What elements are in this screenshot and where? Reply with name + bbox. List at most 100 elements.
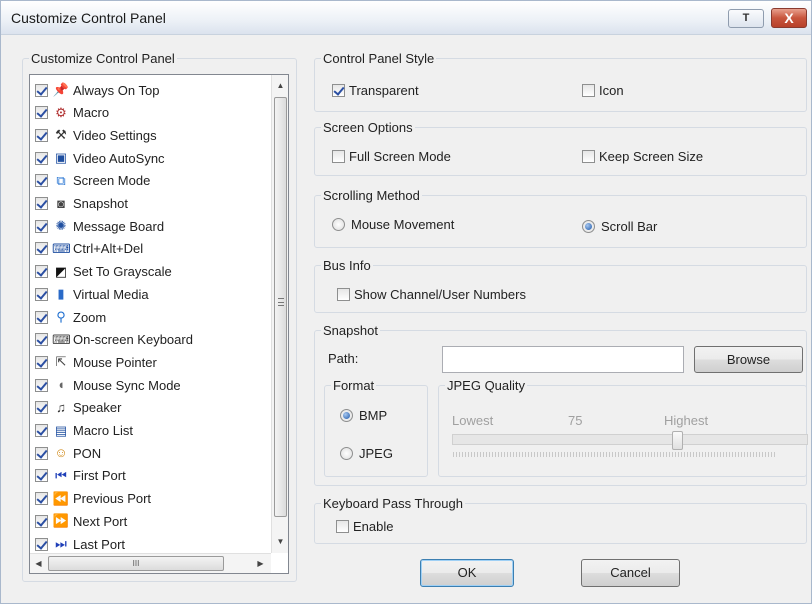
list-item[interactable]: ⏪ Previous Port [35, 488, 151, 510]
message-board-icon: ✺ [55, 218, 67, 234]
cancel-button[interactable]: Cancel [581, 559, 680, 587]
scroll-left-icon[interactable]: ◀ [30, 555, 47, 572]
list-item[interactable]: ⌨ Ctrl+Alt+Del [35, 238, 143, 260]
jpeg-quality-group: JPEG Quality [438, 378, 807, 477]
list-item[interactable]: ◖ Mouse Sync Mode [35, 374, 181, 396]
list-item[interactable]: ✺ Message Board [35, 215, 164, 237]
browse-button[interactable]: Browse [694, 346, 803, 373]
keyboard-icon: ⌨ [52, 331, 71, 347]
mouse-movement-radio[interactable] [332, 218, 345, 231]
list-item-checkbox[interactable] [35, 424, 48, 437]
control-panel-style-legend: Control Panel Style [323, 51, 435, 66]
list-item-label: PON [73, 445, 102, 461]
feature-list[interactable]: 📌 Always On Top ⚙ Macro ⚒ Video Settings ▣ Vide… [29, 74, 289, 574]
list-item-checkbox[interactable] [35, 492, 48, 506]
jpeg-quality-slider-thumb[interactable] [672, 431, 683, 450]
list-item[interactable]: ⇱ Mouse Pointer [35, 351, 157, 373]
horizontal-scroll-thumb[interactable]: III [48, 556, 224, 571]
list-item-label: Macro List [73, 423, 133, 438]
magnifier-icon: ⚲ [56, 309, 66, 324]
bmp-option[interactable]: BMP [340, 408, 387, 423]
horizontal-scrollbar[interactable]: ◀ III ▶ [30, 553, 271, 573]
list-item-checkbox[interactable] [35, 537, 48, 551]
help-button[interactable]: T [728, 9, 764, 28]
keep-screen-size-label: Keep Screen Size [599, 149, 704, 164]
transparent-checkbox[interactable] [332, 84, 345, 97]
list-item-checkbox[interactable] [35, 242, 48, 256]
list-item[interactable]: ⚒ Video Settings [35, 124, 157, 146]
list-item-checkbox[interactable] [35, 106, 48, 120]
list-item[interactable]: ⏭ Last Port [35, 533, 125, 553]
jpeg-quality-slider-track [452, 434, 808, 445]
full-screen-option[interactable]: Full Screen Mode [332, 149, 451, 164]
list-item-checkbox[interactable] [35, 401, 48, 415]
list-item-checkbox[interactable] [35, 514, 48, 528]
list-item-checkbox[interactable] [35, 83, 48, 97]
scroll-bar-option[interactable]: Scroll Bar [582, 219, 657, 234]
list-item[interactable]: ⏮ First Port [35, 465, 126, 487]
show-numbers-checkbox[interactable] [337, 288, 350, 301]
jpeg-quality-legend: JPEG Quality [447, 378, 526, 393]
vertical-scrollbar[interactable]: ▲ ▼ [271, 75, 288, 553]
ok-button[interactable]: OK [420, 559, 514, 587]
transparent-option[interactable]: Transparent [332, 83, 419, 98]
list-item-checkbox[interactable] [35, 378, 48, 392]
full-screen-checkbox[interactable] [332, 150, 345, 163]
speaker-icon: ♫ [56, 399, 66, 415]
list-item[interactable]: ◩ Set To Grayscale [35, 261, 172, 283]
icon-option[interactable]: Icon [582, 83, 624, 98]
list-item[interactable]: ⚙ Macro [35, 102, 109, 124]
list-item[interactable]: 📌 Always On Top [35, 79, 159, 101]
scroll-right-icon[interactable]: ▶ [252, 555, 269, 572]
list-item[interactable]: ⌨ On-screen Keyboard [35, 329, 193, 351]
screen-mode-icon: ⧉ [56, 172, 66, 188]
list-item-label: Next Port [73, 513, 128, 529]
list-item[interactable]: ⧉ Screen Mode [35, 170, 150, 192]
list-item[interactable]: ⏩ Next Port [35, 510, 127, 532]
snapshot-path-input[interactable] [442, 346, 684, 373]
vertical-scroll-thumb[interactable] [274, 97, 287, 517]
jpeg-option[interactable]: JPEG [340, 446, 393, 461]
list-item-checkbox[interactable] [35, 219, 48, 233]
bmp-radio[interactable] [340, 409, 353, 422]
scroll-bar-radio[interactable] [582, 220, 595, 233]
list-item-checkbox[interactable] [35, 333, 48, 347]
screen-options-group: Screen Options [314, 120, 807, 176]
list-item-label: Macro [73, 105, 110, 121]
list-item-checkbox[interactable] [35, 469, 48, 483]
list-item-label: Snapshot [73, 196, 128, 211]
list-item-checkbox[interactable] [35, 355, 48, 369]
icon-label: Icon [599, 83, 624, 98]
list-item[interactable]: ▣ Video AutoSync [35, 147, 165, 169]
scroll-up-icon[interactable]: ▲ [272, 77, 289, 94]
enable-option[interactable]: Enable [336, 519, 393, 534]
keep-screen-size-checkbox[interactable] [582, 150, 595, 163]
list-item-label: Zoom [73, 309, 107, 325]
list-item[interactable]: ⚲ Zoom [35, 306, 106, 328]
list-item-label: Video Settings [73, 127, 157, 143]
list-item[interactable]: ☺ PON [35, 442, 101, 464]
list-item[interactable]: ▤ Macro List [35, 420, 133, 442]
list-item-checkbox[interactable] [35, 265, 48, 279]
list-item-label: Ctrl+Alt+Del [73, 241, 144, 257]
close-button[interactable]: X [771, 8, 807, 28]
window-title: Customize Control Panel [11, 10, 166, 26]
show-numbers-option[interactable]: Show Channel/User Numbers [337, 287, 526, 302]
list-item-checkbox[interactable] [35, 310, 48, 324]
mouse-movement-label: Mouse Movement [351, 217, 455, 232]
list-item-checkbox[interactable] [35, 128, 48, 142]
keep-screen-size-option[interactable]: Keep Screen Size [582, 149, 703, 164]
list-item-checkbox[interactable] [35, 197, 48, 210]
icon-checkbox[interactable] [582, 84, 595, 97]
list-item-checkbox[interactable] [35, 287, 48, 301]
list-item-checkbox[interactable] [35, 174, 48, 188]
enable-checkbox[interactable] [336, 520, 349, 533]
list-item[interactable]: ▮ Virtual Media [35, 283, 149, 305]
list-item[interactable]: ◙ Snapshot [35, 193, 128, 215]
list-item-checkbox[interactable] [35, 151, 48, 165]
mouse-movement-option[interactable]: Mouse Movement [332, 217, 454, 232]
list-item-checkbox[interactable] [35, 446, 48, 460]
list-item[interactable]: ♫ Speaker [35, 397, 121, 419]
scroll-down-icon[interactable]: ▼ [272, 533, 289, 550]
jpeg-radio[interactable] [340, 447, 353, 460]
